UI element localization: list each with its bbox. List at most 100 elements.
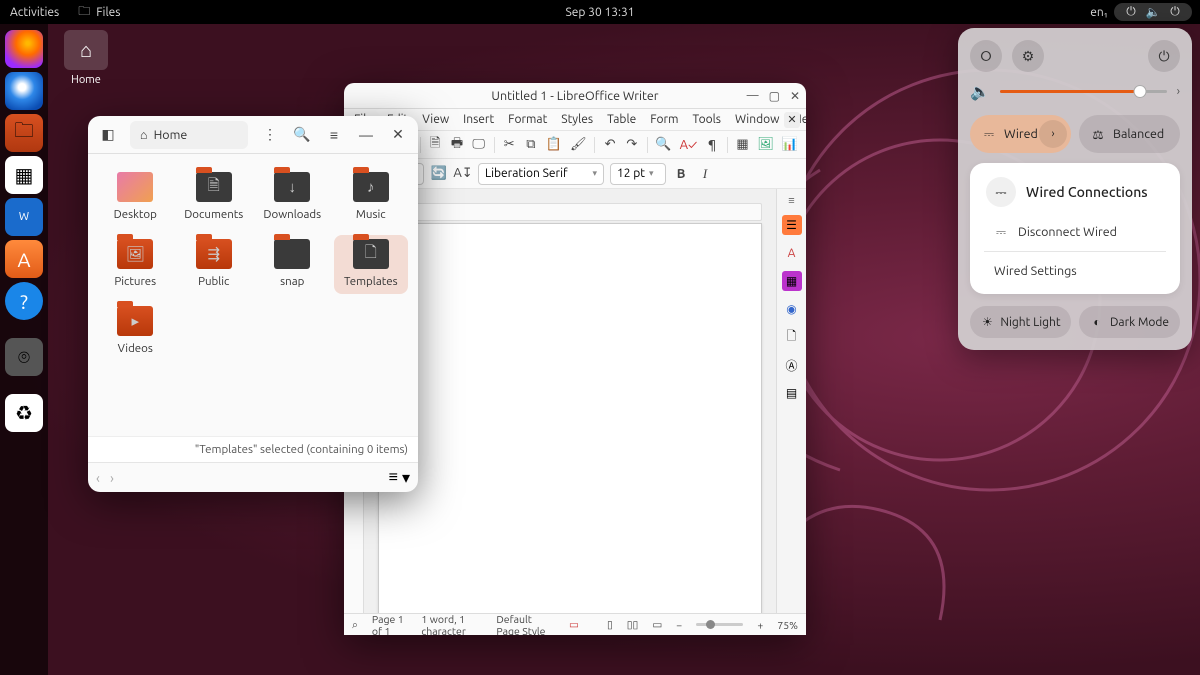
undo-icon[interactable]: ↶ (603, 136, 617, 154)
files-minimize[interactable]: — (352, 121, 380, 149)
input-source[interactable]: en₁ (1090, 6, 1108, 19)
dock-help[interactable]: ? (5, 282, 43, 320)
status-page[interactable]: Page 1 of 1 (372, 613, 408, 636)
font-size-combo[interactable]: 12 pt▾ (610, 163, 666, 185)
sidebar-page[interactable]: 🗋 (782, 327, 802, 347)
dock-rhythmbox[interactable]: ▦ (5, 156, 43, 194)
italic-button[interactable]: I (696, 165, 714, 183)
nav-forward[interactable]: › (110, 470, 114, 486)
menu-form[interactable]: Form (650, 113, 678, 126)
menu-format[interactable]: Format (508, 113, 547, 126)
find-toolbar-icon[interactable]: ⌕ (352, 618, 358, 632)
menu-tools[interactable]: Tools (692, 113, 721, 126)
print-preview-icon[interactable]: 🖵 (472, 136, 486, 154)
desktop-home-icon[interactable]: ⌂ Home (64, 30, 108, 86)
files-pathbar[interactable]: ⌂Home (130, 121, 248, 149)
writer-titlebar[interactable]: Untitled 1 - LibreOffice Writer — ▢ ✕ (344, 83, 806, 109)
paste-icon[interactable]: 📋 (546, 136, 562, 154)
copy-icon[interactable]: ⧉ (524, 136, 538, 154)
folder-videos[interactable]: ▸Videos (98, 302, 173, 361)
search-button[interactable]: 🔍 (288, 121, 316, 149)
document-page[interactable] (378, 223, 762, 613)
dock-thunderbird[interactable] (5, 72, 43, 110)
view-multi-icon[interactable]: ▯▯ (627, 618, 639, 631)
night-light-toggle[interactable]: ☀ Night Light (970, 306, 1071, 338)
bold-button[interactable]: B (672, 165, 690, 183)
sidebar-navigator[interactable]: ◉ (782, 299, 802, 319)
dock-firefox[interactable] (5, 30, 43, 68)
folder-downloads[interactable]: ↓Downloads (255, 168, 330, 227)
clock[interactable]: Sep 30 13:31 (566, 6, 635, 19)
print-icon[interactable]: 🖶 (450, 136, 464, 154)
path-menu[interactable]: ⋮ (256, 121, 284, 149)
settings-button[interactable]: ⚙ (1012, 40, 1044, 72)
close-button[interactable]: ✕ (790, 89, 800, 103)
view-single-icon[interactable]: ▯ (607, 618, 613, 631)
export-pdf-icon[interactable]: 🗎 (428, 136, 442, 154)
zoom-slider[interactable] (696, 623, 743, 626)
new-style-icon[interactable]: A↧ (454, 165, 472, 183)
insert-table-icon[interactable]: ▦ (736, 136, 750, 154)
insert-chart-icon[interactable]: 📊 (782, 136, 798, 154)
clone-fmt-icon[interactable]: 🖌 (570, 136, 587, 154)
status-words[interactable]: 1 word, 1 character (421, 613, 482, 636)
screenshot-button[interactable]: ⭘ (970, 40, 1002, 72)
sidebar-toggle-icon[interactable]: ≡ (788, 195, 794, 207)
sidebar-toggle[interactable]: ◧ (94, 121, 122, 149)
dock-writer[interactable]: W (5, 198, 43, 236)
wired-expand[interactable]: › (1039, 120, 1067, 148)
menu-view[interactable]: View (422, 113, 449, 126)
dark-mode-toggle[interactable]: ◐ Dark Mode (1079, 306, 1180, 338)
menu-styles[interactable]: Styles (561, 113, 593, 126)
folder-pictures[interactable]: 🖼Pictures (98, 235, 173, 294)
sidebar-inspect[interactable]: Ⓐ (782, 355, 802, 375)
maximize-button[interactable]: ▢ (769, 89, 780, 103)
close-doc-button[interactable]: ✕ (784, 112, 800, 128)
nonprinting-icon[interactable]: ¶ (705, 136, 719, 154)
menu-table[interactable]: Table (607, 113, 636, 126)
menu-insert[interactable]: Insert (463, 113, 494, 126)
files-view[interactable]: Desktop🗎Documents↓Downloads♪Music 🖼Pictur… (88, 154, 418, 436)
folder-music[interactable]: ♪Music (334, 168, 409, 227)
volume-expand-icon[interactable]: › (1177, 85, 1180, 98)
insert-image-icon[interactable]: 🖼 (757, 136, 774, 154)
activities-button[interactable]: Activities (10, 5, 59, 19)
font-name-combo[interactable]: Liberation Serif▾ (478, 163, 604, 185)
status-lang[interactable]: ▭ (569, 618, 579, 631)
dock-files[interactable]: 🗀 (5, 114, 43, 152)
folder-public[interactable]: ⇶Public (177, 235, 252, 294)
power-button[interactable]: ⏻ (1148, 40, 1180, 72)
status-style[interactable]: Default Page Style (496, 613, 555, 636)
folder-desktop[interactable]: Desktop (98, 168, 173, 227)
files-hamburger[interactable]: ≡ (320, 121, 348, 149)
zoom-out[interactable]: − (676, 619, 682, 631)
power-mode-toggle[interactable]: ⚖ Balanced (1079, 115, 1180, 153)
view-list-toggle[interactable]: ≡ (389, 468, 398, 487)
sidebar-styles[interactable]: A (782, 243, 802, 263)
menu-window[interactable]: Window (735, 113, 779, 126)
folder-documents[interactable]: 🗎Documents (177, 168, 252, 227)
cut-icon[interactable]: ✂ (502, 136, 516, 154)
zoom-in[interactable]: + (757, 619, 763, 631)
wired-toggle[interactable]: ⎓ Wired › (970, 115, 1071, 153)
zoom-value[interactable]: 75% (777, 619, 798, 631)
redo-icon[interactable]: ↷ (625, 136, 639, 154)
wired-settings[interactable]: Wired Settings (970, 256, 1180, 286)
update-style-icon[interactable]: 🔄 (430, 165, 448, 183)
app-menu-files[interactable]: 🗀Files (77, 5, 120, 19)
sidebar-manage[interactable]: ▤ (782, 383, 802, 403)
dock-trash[interactable]: ♻ (5, 394, 43, 432)
view-options[interactable]: ▾ (402, 468, 410, 487)
minimize-button[interactable]: — (747, 89, 759, 103)
find-icon[interactable]: 🔍 (655, 136, 671, 154)
sidebar-properties[interactable]: ☰ (782, 215, 802, 235)
sidebar-gallery[interactable]: ▦ (782, 271, 802, 291)
system-tray[interactable]: ⏻ 🔈 ⏻ (1114, 3, 1192, 21)
dock-disk[interactable]: ⌾ (5, 338, 43, 376)
view-book-icon[interactable]: ▭ (652, 618, 662, 631)
folder-snap[interactable]: snap (255, 235, 330, 294)
dock-software[interactable]: A (5, 240, 43, 278)
folder-templates[interactable]: 🗋Templates (334, 235, 409, 294)
volume-slider[interactable] (1000, 90, 1167, 93)
nav-back[interactable]: ‹ (96, 470, 100, 486)
